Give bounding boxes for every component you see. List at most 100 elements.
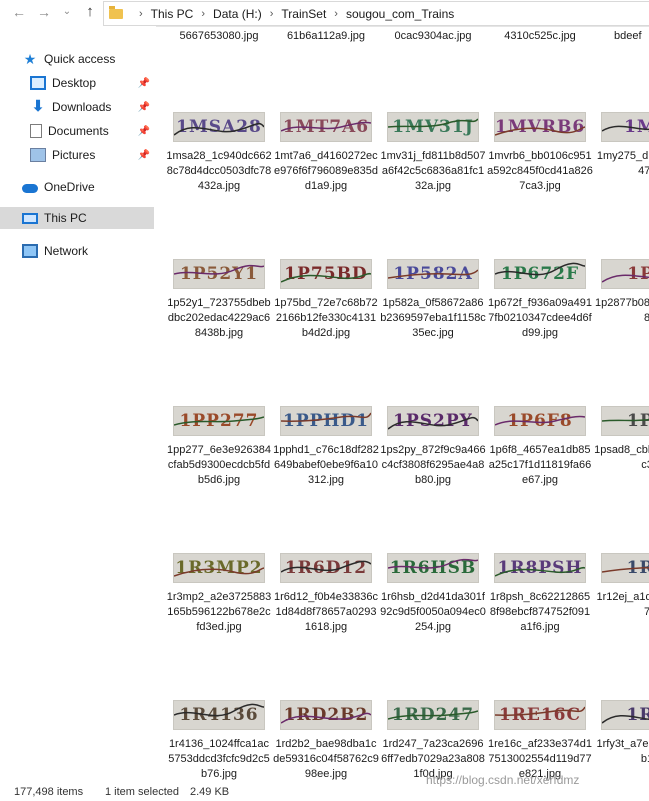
file-item[interactable]: 1R4136 1r4136_1024ffca1ac5753ddcd3fcfc9d… [166,700,272,781]
captcha-thumbnail: 1PPHD1 [280,406,372,436]
sidebar-item-desktop[interactable]: Desktop 📌 [30,72,154,94]
file-item[interactable]: 1MT7A6 1mt7a6_d4160272ece976f6f796089e83… [273,112,379,194]
captcha-noise-line [495,415,585,426]
file-item[interactable]: 1MY 1my275_d1a148a8947c [594,112,649,179]
file-item[interactable]: 1RE16C 1re16c_af233e374d17513002554d119d… [487,700,593,781]
captcha-thumbnail: 1P6F8 [494,406,586,436]
file-item[interactable]: 1R3MP2 1r3mp2_a2e3725883165b596122b678e2… [166,553,272,635]
file-item[interactable]: 61b6a112a9.jpg [273,26,379,44]
sidebar-item-network[interactable]: Network [22,240,154,262]
folder-icon [109,5,123,19]
captcha-thumbnail: 1PP277 [173,406,265,436]
file-name: 1r6hsb_d2d41da301f92c9d5f0050a094ec0254.… [380,591,486,633]
file-name: bdeef [614,30,642,42]
captcha-thumbnail: 1MT7A6 [280,112,372,142]
sidebar-item-downloads[interactable]: ⬇ Downloads 📌 [30,96,154,118]
file-name: 1r6d12_f0b4e33836c1d84d8f78657a02931618.… [274,591,378,633]
file-item[interactable]: bdeef [594,26,649,44]
sidebar-item-label: Documents [48,124,109,138]
file-item[interactable]: 1RF 1rfy3t_a7ee101a97eb1 [594,700,649,767]
sidebar-item-label: Network [44,244,89,258]
forward-arrow-icon[interactable]: → [35,3,53,21]
captcha-noise-line [388,558,478,569]
pin-icon[interactable]: 📌 [138,150,150,161]
recent-locations-chevron-icon[interactable]: ⌄ [60,3,74,21]
file-item[interactable]: 1MV31J 1mv31j_fd811b8d507a6f42c5c6836a81… [380,112,486,194]
file-item[interactable]: 1PP277 1pp277_6e3e926384cfab5d9300ecdcb5… [166,406,272,488]
file-item[interactable]: 1P2 1p2877b08100b3e018 [594,259,649,326]
file-item[interactable]: 1R6HSB 1r6hsb_d2d41da301f92c9d5f0050a094… [380,553,486,635]
file-item[interactable]: 1RD247 1rd247_7a23ca26966ff7edb7029a23a8… [380,700,486,781]
pin-icon[interactable]: 📌 [138,102,150,113]
file-name: 0cac9304ac.jpg [394,30,472,42]
file-item[interactable]: 1P75BD 1p75bd_72e7c68b722166b12fe330c413… [273,259,379,341]
file-item[interactable]: 1PS 1psad8_cbbe77f0588c3 [594,406,649,473]
breadcrumb-this-pc[interactable]: This PC [151,7,194,21]
captcha-thumbnail: 1P2 [601,259,649,289]
file-list: 5667653080.jpg 61b6a112a9.jpg 0cac9304ac… [156,26,649,781]
captcha-thumbnail: 1P52Y1 [173,259,265,289]
file-item[interactable]: 1P6F8 1p6f8_4657ea1db85a25c17f1d11819fa6… [487,406,593,488]
sidebar-item-this-pc[interactable]: This PC [0,207,154,229]
breadcrumb-data-h[interactable]: Data (H:) [213,7,262,21]
file-name: 1pphd1_c76c18df282649babef0ebe9f6a10312.… [273,444,379,486]
file-item[interactable]: 4310c525c.jpg [487,26,593,44]
captcha-thumbnail: 1R6HSB [387,553,479,583]
sidebar-item-pictures[interactable]: Pictures 📌 [30,144,154,166]
sidebar-item-quick-access[interactable]: ★ Quick access [22,48,154,70]
file-name: 5667653080.jpg [179,30,259,42]
file-name: 4310c525c.jpg [504,30,576,42]
file-item[interactable]: 0cac9304ac.jpg [380,26,486,44]
captcha-noise-line [388,710,478,720]
captcha-noise-line [602,274,649,283]
captcha-thumbnail: 1R3MP2 [173,553,265,583]
pin-icon[interactable]: 📌 [138,78,150,89]
file-name: 1r4136_1024ffca1ac5753ddcd3fcfc9d2c5b76.… [168,738,270,780]
captcha-noise-line [495,706,585,716]
sidebar-item-onedrive[interactable]: OneDrive [22,176,154,198]
file-name: 1mt7a6_d4160272ece976f6f796089e835dd1a9.… [274,150,378,192]
file-item[interactable]: 1MVRB6 1mvrb6_bb0106c951a592c845f0cd41a8… [487,112,593,194]
captcha-noise-line [281,121,371,132]
file-name: 1p52y1_723755dbebdbc202edac4229ac68438b.… [167,297,271,339]
file-item[interactable]: 1P672F 1p672f_f936a09a4917fb0210347cdee4… [487,259,593,341]
file-item[interactable]: 1PPHD1 1pphd1_c76c18df282649babef0ebe9f6… [273,406,379,488]
file-item[interactable]: 1RD2B2 1rd2b2_bae98dba1cde59316c04f58762… [273,700,379,781]
pictures-icon [30,148,46,162]
navigation-pane: ★ Quick access Desktop 📌 ⬇ Downloads 📌 D… [0,26,156,781]
breadcrumb-current-folder[interactable]: sougou_com_Trains [346,7,454,21]
captcha-thumbnail: 1MY [601,112,649,142]
captcha-noise-line [602,567,649,573]
file-item[interactable]: 1PS2PY 1ps2py_872f9c9a466c4cf3808f6295ae… [380,406,486,488]
file-name: 1mv31j_fd811b8d507a6f42c5c6836a81fc132a.… [380,150,486,192]
captcha-noise-line [174,703,264,717]
back-arrow-icon[interactable]: ← [10,3,28,21]
captcha-thumbnail: 1P582A [387,259,479,289]
captcha-noise-line [495,262,585,276]
captcha-thumbnail: 1RE16C [494,700,586,730]
breadcrumb-trainset[interactable]: TrainSet [281,7,326,21]
sidebar-item-label: This PC [44,211,87,225]
captcha-thumbnail: 1PS [601,406,649,436]
download-icon: ⬇ [31,98,45,115]
captcha-noise-line [174,264,264,275]
captcha-noise-line [174,122,264,136]
captcha-thumbnail: 1MV31J [387,112,479,142]
captcha-noise-line [602,714,649,724]
captcha-thumbnail: 1RD2B2 [280,700,372,730]
captcha-thumbnail: 1RD247 [387,700,479,730]
chevron-right-icon: › [201,7,206,20]
file-item[interactable]: 1R6D12 1r6d12_f0b4e33836c1d84d8f78657a02… [273,553,379,635]
selection-size: 2.49 KB [190,786,230,798]
network-icon [22,244,38,258]
breadcrumb[interactable]: › This PC › Data (H:) › TrainSet › sougo… [103,1,649,26]
file-item[interactable]: 1P582A 1p582a_0f58672a86b2369597eba1f115… [380,259,486,341]
file-item[interactable]: 1MSA28 1msa28_1c940dc6628c78d4dcc0503dfc… [166,112,272,194]
file-item[interactable]: 5667653080.jpg [166,26,272,44]
pin-icon[interactable]: 📌 [138,126,150,137]
up-arrow-icon[interactable]: ↑ [81,3,99,21]
file-item[interactable]: 1R1 1r12ej_a1df012831d7 [594,553,649,620]
file-item[interactable]: 1P52Y1 1p52y1_723755dbebdbc202edac4229ac… [166,259,272,341]
file-item[interactable]: 1R8PSH 1r8psh_8c622128658f98ebcf874752f0… [487,553,593,635]
sidebar-item-documents[interactable]: Documents 📌 [30,120,154,142]
